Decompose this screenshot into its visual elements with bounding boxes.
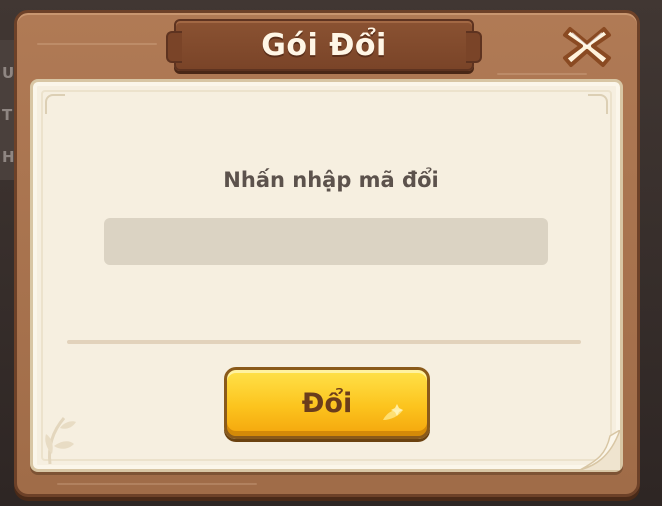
redeem-code-input[interactable] bbox=[104, 218, 548, 265]
sparkle-icon bbox=[383, 404, 403, 420]
wood-grain bbox=[497, 73, 587, 75]
wood-grain bbox=[57, 483, 257, 485]
background-letter: U bbox=[2, 64, 15, 82]
background-letter: T bbox=[2, 106, 13, 124]
wood-grain bbox=[37, 43, 157, 45]
redeem-button-label: Đổi bbox=[301, 387, 353, 419]
background-letter: H bbox=[2, 148, 15, 166]
redeem-button[interactable]: Đổi bbox=[224, 367, 430, 439]
close-x-icon bbox=[563, 27, 611, 67]
dialog-title: Gói Đổi bbox=[261, 27, 387, 63]
leaf-ornament-icon bbox=[45, 417, 76, 465]
corner-ornament bbox=[588, 94, 608, 114]
close-button[interactable] bbox=[558, 20, 616, 72]
page-curl-icon bbox=[580, 430, 620, 470]
redeem-prompt-text: Nhấn nhập mã đổi bbox=[223, 168, 439, 192]
title-plaque: Gói Đổi bbox=[166, 19, 482, 71]
divider bbox=[67, 340, 581, 344]
corner-ornament bbox=[45, 94, 65, 114]
